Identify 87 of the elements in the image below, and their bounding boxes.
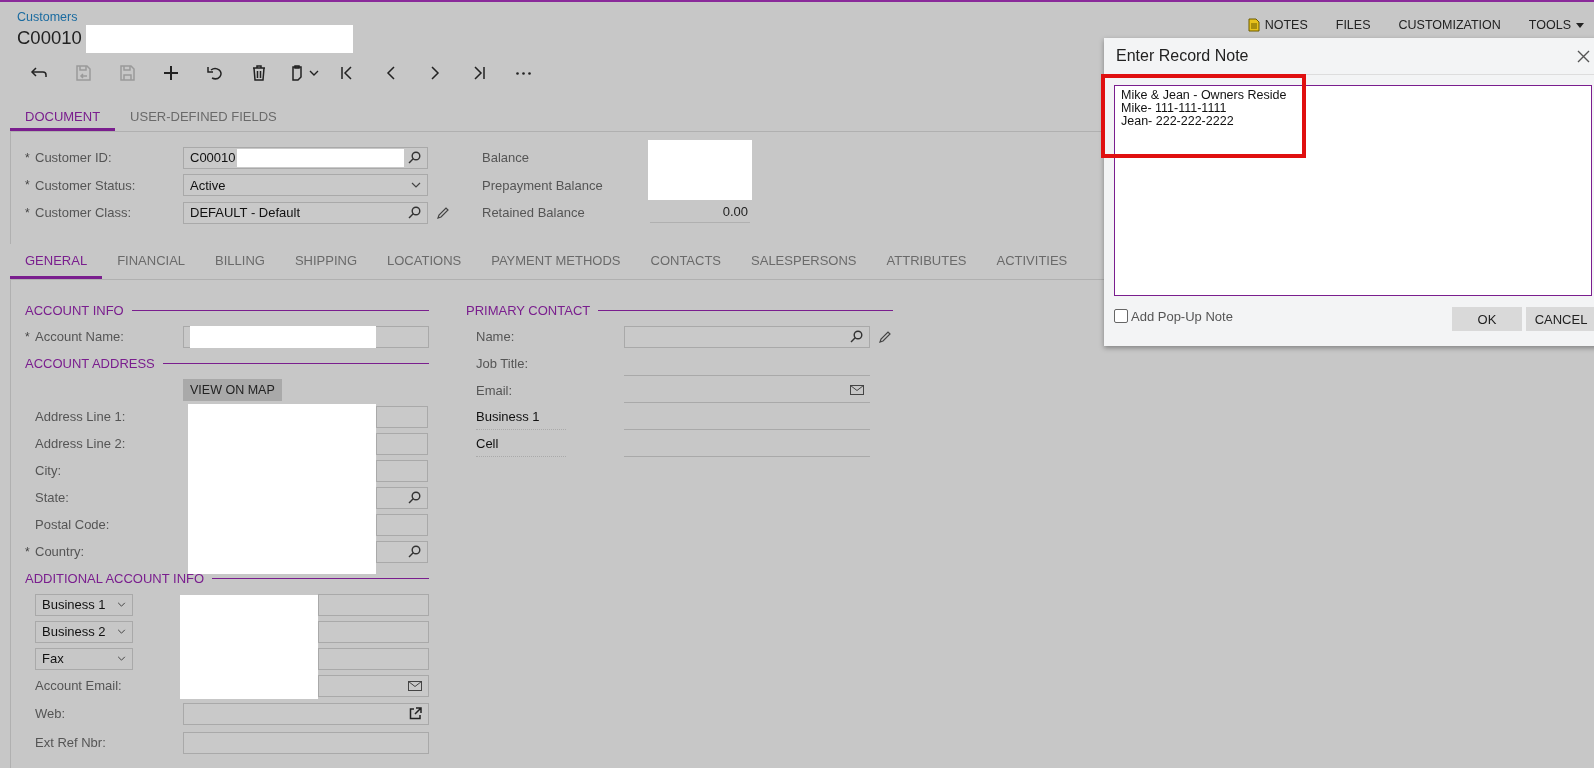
dialog-title: Enter Record Note (1116, 47, 1249, 65)
field-label: Customer Class: (35, 205, 133, 221)
lookup-field[interactable] (376, 486, 428, 509)
popup-note-checkbox[interactable]: Add Pop-Up Note (1114, 308, 1233, 324)
field-label: City: (35, 463, 62, 478)
required-mark: * (25, 150, 31, 165)
field-label: Job Title: (476, 356, 530, 371)
view-on-map-button[interactable]: VIEW ON MAP (183, 378, 282, 401)
field-label: Customer Status: (35, 177, 137, 193)
breadcrumb-link[interactable]: Customers (17, 10, 82, 24)
text-field[interactable] (318, 593, 429, 616)
header-link[interactable]: CUSTOMIZATION (1398, 14, 1501, 36)
field-label: Email: (476, 383, 514, 398)
required-mark: * (25, 205, 31, 220)
search-icon (408, 545, 421, 558)
section-title: ACCOUNT INFO (25, 302, 124, 318)
field-label: Web: (35, 706, 67, 721)
search-icon (408, 206, 421, 220)
field-label: Customer ID: (35, 150, 113, 166)
phone-type-select[interactable]: Business 2 (35, 620, 133, 643)
chevron-icon (117, 602, 126, 607)
note-text-area[interactable]: Mike & Jean - Owners Reside Mike- 111-111-1111 Jean- 222-222-2222 (1114, 85, 1592, 296)
field-label: Postal Code: (35, 517, 111, 532)
field-label: State: (35, 490, 70, 505)
ok-button[interactable]: OK (1452, 307, 1522, 331)
search-icon (408, 491, 421, 504)
section-title: ADDITIONAL ACCOUNT INFO (25, 570, 205, 586)
lookup-field[interactable] (624, 325, 870, 348)
header-link[interactable]: NOTES (1247, 14, 1308, 36)
required-mark: * (25, 544, 31, 559)
lookup-field[interactable] (376, 540, 428, 563)
save-close-icon (73, 64, 93, 82)
close-icon[interactable] (1577, 49, 1590, 63)
chevron-icon (117, 656, 126, 661)
text-field[interactable] (376, 459, 428, 482)
field-label: Address Line 2: (35, 436, 127, 451)
more-icon (515, 71, 531, 75)
section-title: ACCOUNT ADDRESS (25, 355, 155, 371)
field-label: Account Email: (35, 678, 123, 693)
note-icon (1247, 18, 1260, 32)
text-field[interactable] (318, 647, 429, 670)
required-mark: * (25, 329, 31, 344)
text-field[interactable] (376, 513, 428, 536)
undo-icon (205, 64, 225, 82)
email-field[interactable] (318, 674, 429, 697)
balance-value: 0.00 (650, 202, 750, 224)
field-label: Retained Balance (482, 205, 586, 221)
phone-type-select[interactable]: Fax (35, 647, 133, 670)
plus-icon (161, 64, 181, 82)
header-link[interactable]: TOOLS (1528, 14, 1584, 36)
lookup-field[interactable]: DEFAULT - Default (183, 201, 428, 224)
field-label: Country: (35, 544, 86, 559)
phone-type-select[interactable]: Business 1 (35, 593, 133, 616)
select-field[interactable]: Active (183, 174, 428, 197)
record-title: C00010 (17, 27, 82, 49)
pencil-icon[interactable] (436, 205, 450, 220)
envelope-icon (850, 385, 864, 395)
field-label: Balance (482, 150, 530, 166)
search-icon (408, 151, 421, 165)
caret-icon (309, 70, 319, 76)
field-label: Name: (476, 329, 516, 344)
search-icon (850, 330, 863, 343)
text-field[interactable] (318, 620, 429, 643)
tab[interactable]: GENERAL (10, 244, 103, 279)
field-label: Prepayment Balance (482, 177, 604, 193)
chevron-icon (117, 629, 126, 634)
header-link[interactable]: FILES (1335, 14, 1371, 36)
field-label: Ext Ref Nbr: (35, 735, 107, 750)
cancel-button[interactable]: CANCEL (1526, 307, 1594, 331)
caret-icon (1576, 22, 1584, 28)
field-label: Address Line 1: (35, 409, 127, 424)
text-field[interactable] (376, 405, 428, 428)
required-mark: * (25, 178, 31, 193)
field-label: Business 1 (476, 405, 566, 430)
tab[interactable]: DOCUMENT (10, 104, 116, 131)
pencil-icon[interactable] (878, 329, 892, 344)
text-field[interactable] (376, 432, 428, 455)
text-field[interactable] (183, 731, 429, 754)
lookup-field[interactable]: C00010 (183, 146, 428, 169)
envelope-icon (408, 680, 422, 691)
section-title: PRIMARY CONTACT (466, 302, 591, 318)
chevron-icon (411, 182, 421, 189)
field-label: Cell (476, 432, 566, 457)
url-field[interactable] (183, 702, 429, 725)
field-label: Account Name: (35, 329, 125, 344)
external-link-icon (409, 707, 422, 720)
text-field[interactable] (183, 325, 429, 348)
